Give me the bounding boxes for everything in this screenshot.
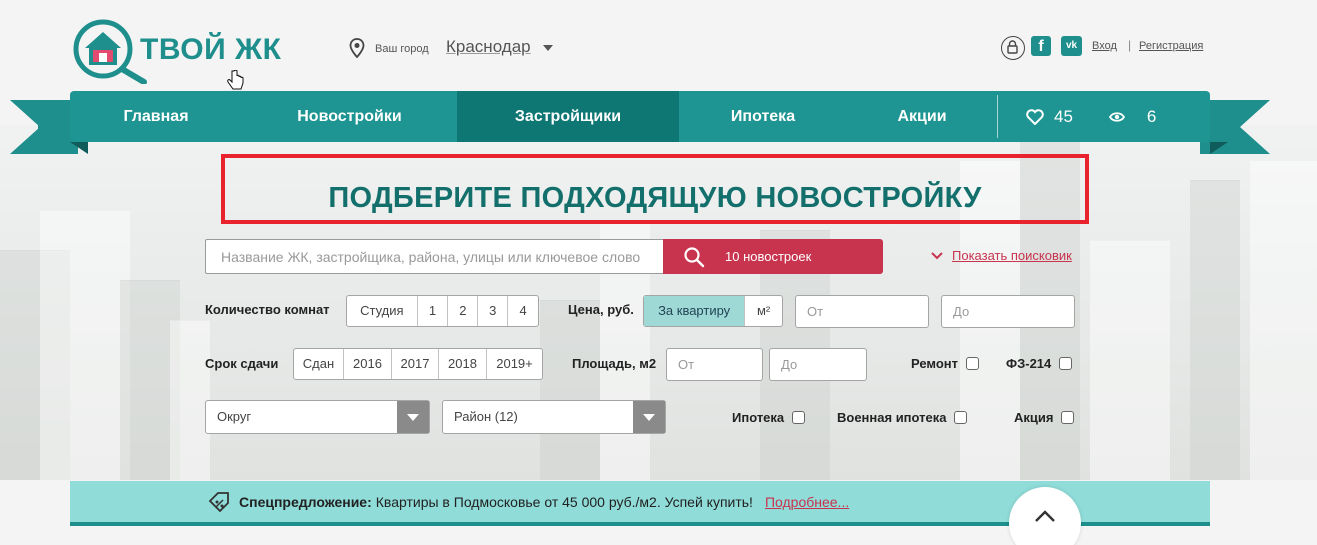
dropdown-arrow-icon[interactable] — [633, 401, 665, 433]
lock-icon[interactable] — [1001, 36, 1025, 60]
logo-house-magnifier-icon[interactable] — [70, 18, 150, 85]
mortgage-label: Ипотека — [732, 410, 785, 425]
repair-label: Ремонт — [911, 356, 959, 371]
mortgage-checkbox[interactable] — [792, 411, 806, 424]
rayon-select-value: Район (12) — [454, 409, 518, 424]
fz214-label: ФЗ-214 — [1006, 356, 1052, 371]
deadline-option-2016[interactable]: 2016 — [343, 349, 391, 379]
header-separator: | — [1128, 38, 1132, 52]
price-mode-per-sqm[interactable]: м² — [744, 296, 782, 326]
city-label: Ваш город — [375, 43, 429, 55]
location-pin-icon — [349, 38, 365, 63]
nav-item-new-buildings[interactable]: Новостройки — [242, 91, 457, 142]
rooms-option-2[interactable]: 2 — [447, 296, 477, 326]
vk-icon[interactable]: vk — [1061, 36, 1082, 56]
area-from-field[interactable] — [666, 348, 763, 381]
rooms-option-studio[interactable]: Студия — [347, 296, 417, 326]
price-mode-per-flat[interactable]: За квартиру — [644, 296, 745, 326]
chevron-down-icon — [931, 251, 943, 259]
facebook-icon[interactable]: f — [1031, 36, 1051, 56]
site-header: ТВОЙ ЖК Ваш город Краснодар f vk Вход | … — [0, 0, 1317, 92]
rayon-select[interactable]: Район (12) — [442, 400, 666, 434]
rooms-option-3[interactable]: 3 — [477, 296, 507, 326]
logo-text[interactable]: ТВОЙ ЖК — [140, 33, 281, 67]
promo-filter[interactable]: Акция — [1014, 410, 1075, 425]
special-offer-title: Спецпредложение: — [239, 493, 372, 510]
favorites-count: 45 — [1054, 106, 1073, 126]
okrug-select[interactable]: Округ — [205, 400, 430, 434]
page-title: ПОДБЕРИТЕ ПОДХОДЯЩУЮ НОВОСТРОЙКУ — [328, 182, 982, 214]
rooms-label: Количество комнат — [205, 302, 330, 317]
views-counter[interactable]: 6 — [1073, 91, 1156, 142]
repair-filter[interactable]: Ремонт — [911, 356, 980, 371]
price-from-field[interactable] — [795, 295, 929, 328]
city-selector[interactable]: Краснодар — [446, 37, 531, 57]
area-label: Площадь, м2 — [572, 356, 657, 371]
fz214-checkbox[interactable] — [1059, 357, 1073, 370]
rooms-option-4[interactable]: 4 — [507, 296, 538, 326]
nav-item-developers[interactable]: Застройщики — [457, 91, 679, 142]
deadline-option-2018[interactable]: 2018 — [438, 349, 486, 379]
fz214-filter[interactable]: ФЗ-214 — [1006, 356, 1073, 371]
ribbon-tail-right — [1240, 100, 1270, 154]
special-offer-more-link[interactable]: Подробнее... — [765, 494, 849, 510]
repair-checkbox[interactable] — [966, 357, 980, 370]
main-nav: Главная Новостройки Застройщики Ипотека … — [70, 91, 1210, 142]
register-link[interactable]: Регистрация — [1139, 40, 1203, 52]
ribbon-tail-left — [10, 100, 40, 154]
views-count: 6 — [1146, 106, 1157, 126]
dropdown-arrow-icon[interactable] — [397, 401, 429, 433]
ribbon-fold-left — [70, 142, 88, 154]
military-mortgage-label: Военная ипотека — [837, 410, 947, 425]
heart-icon — [1026, 108, 1044, 125]
show-search-toggle[interactable]: Показать поисковик — [930, 248, 1072, 263]
rooms-selector: Студия 1 2 3 4 — [346, 295, 539, 327]
deadline-option-2017[interactable]: 2017 — [391, 349, 438, 379]
price-mode-selector: За квартиру м² — [643, 295, 783, 327]
price-to-field[interactable] — [941, 295, 1075, 328]
deadline-option-done[interactable]: Сдан — [294, 349, 343, 379]
search-button-label: 10 новостроек — [725, 249, 812, 264]
price-label: Цена, руб. — [568, 302, 634, 317]
mortgage-filter[interactable]: Ипотека — [732, 410, 806, 425]
promo-checkbox[interactable] — [1061, 411, 1075, 424]
promo-filter-label: Акция — [1014, 410, 1054, 425]
search-button[interactable]: 10 новостроек — [663, 239, 883, 274]
deadline-label: Срок сдачи — [205, 356, 279, 371]
special-offer-text: Квартиры в Подмосковье от 45 000 руб./м2… — [375, 493, 753, 510]
discount-tag-icon — [208, 491, 229, 512]
ribbon-fold-right — [1210, 142, 1228, 154]
show-search-label: Показать поисковик — [952, 248, 1072, 263]
deadline-selector: Сдан 2016 2017 2018 2019+ — [293, 348, 543, 380]
area-to-field[interactable] — [769, 348, 867, 381]
login-link[interactable]: Вход — [1092, 40, 1117, 52]
military-mortgage-checkbox[interactable] — [954, 411, 968, 424]
okrug-select-value: Округ — [217, 409, 252, 424]
eye-icon — [1108, 111, 1125, 122]
favorites-counter[interactable]: 45 — [998, 91, 1073, 142]
search-input[interactable] — [205, 239, 665, 274]
deadline-option-2019plus[interactable]: 2019+ — [486, 349, 542, 379]
nav-item-mortgage[interactable]: Ипотека — [679, 91, 847, 142]
nav-item-home[interactable]: Главная — [70, 91, 242, 142]
rooms-option-1[interactable]: 1 — [416, 296, 448, 326]
search-icon — [684, 246, 705, 267]
chevron-up-icon — [1035, 510, 1055, 522]
nav-item-promotions[interactable]: Акции — [847, 91, 997, 142]
military-mortgage-filter[interactable]: Военная ипотека — [837, 410, 968, 425]
chevron-down-icon[interactable] — [543, 45, 553, 51]
